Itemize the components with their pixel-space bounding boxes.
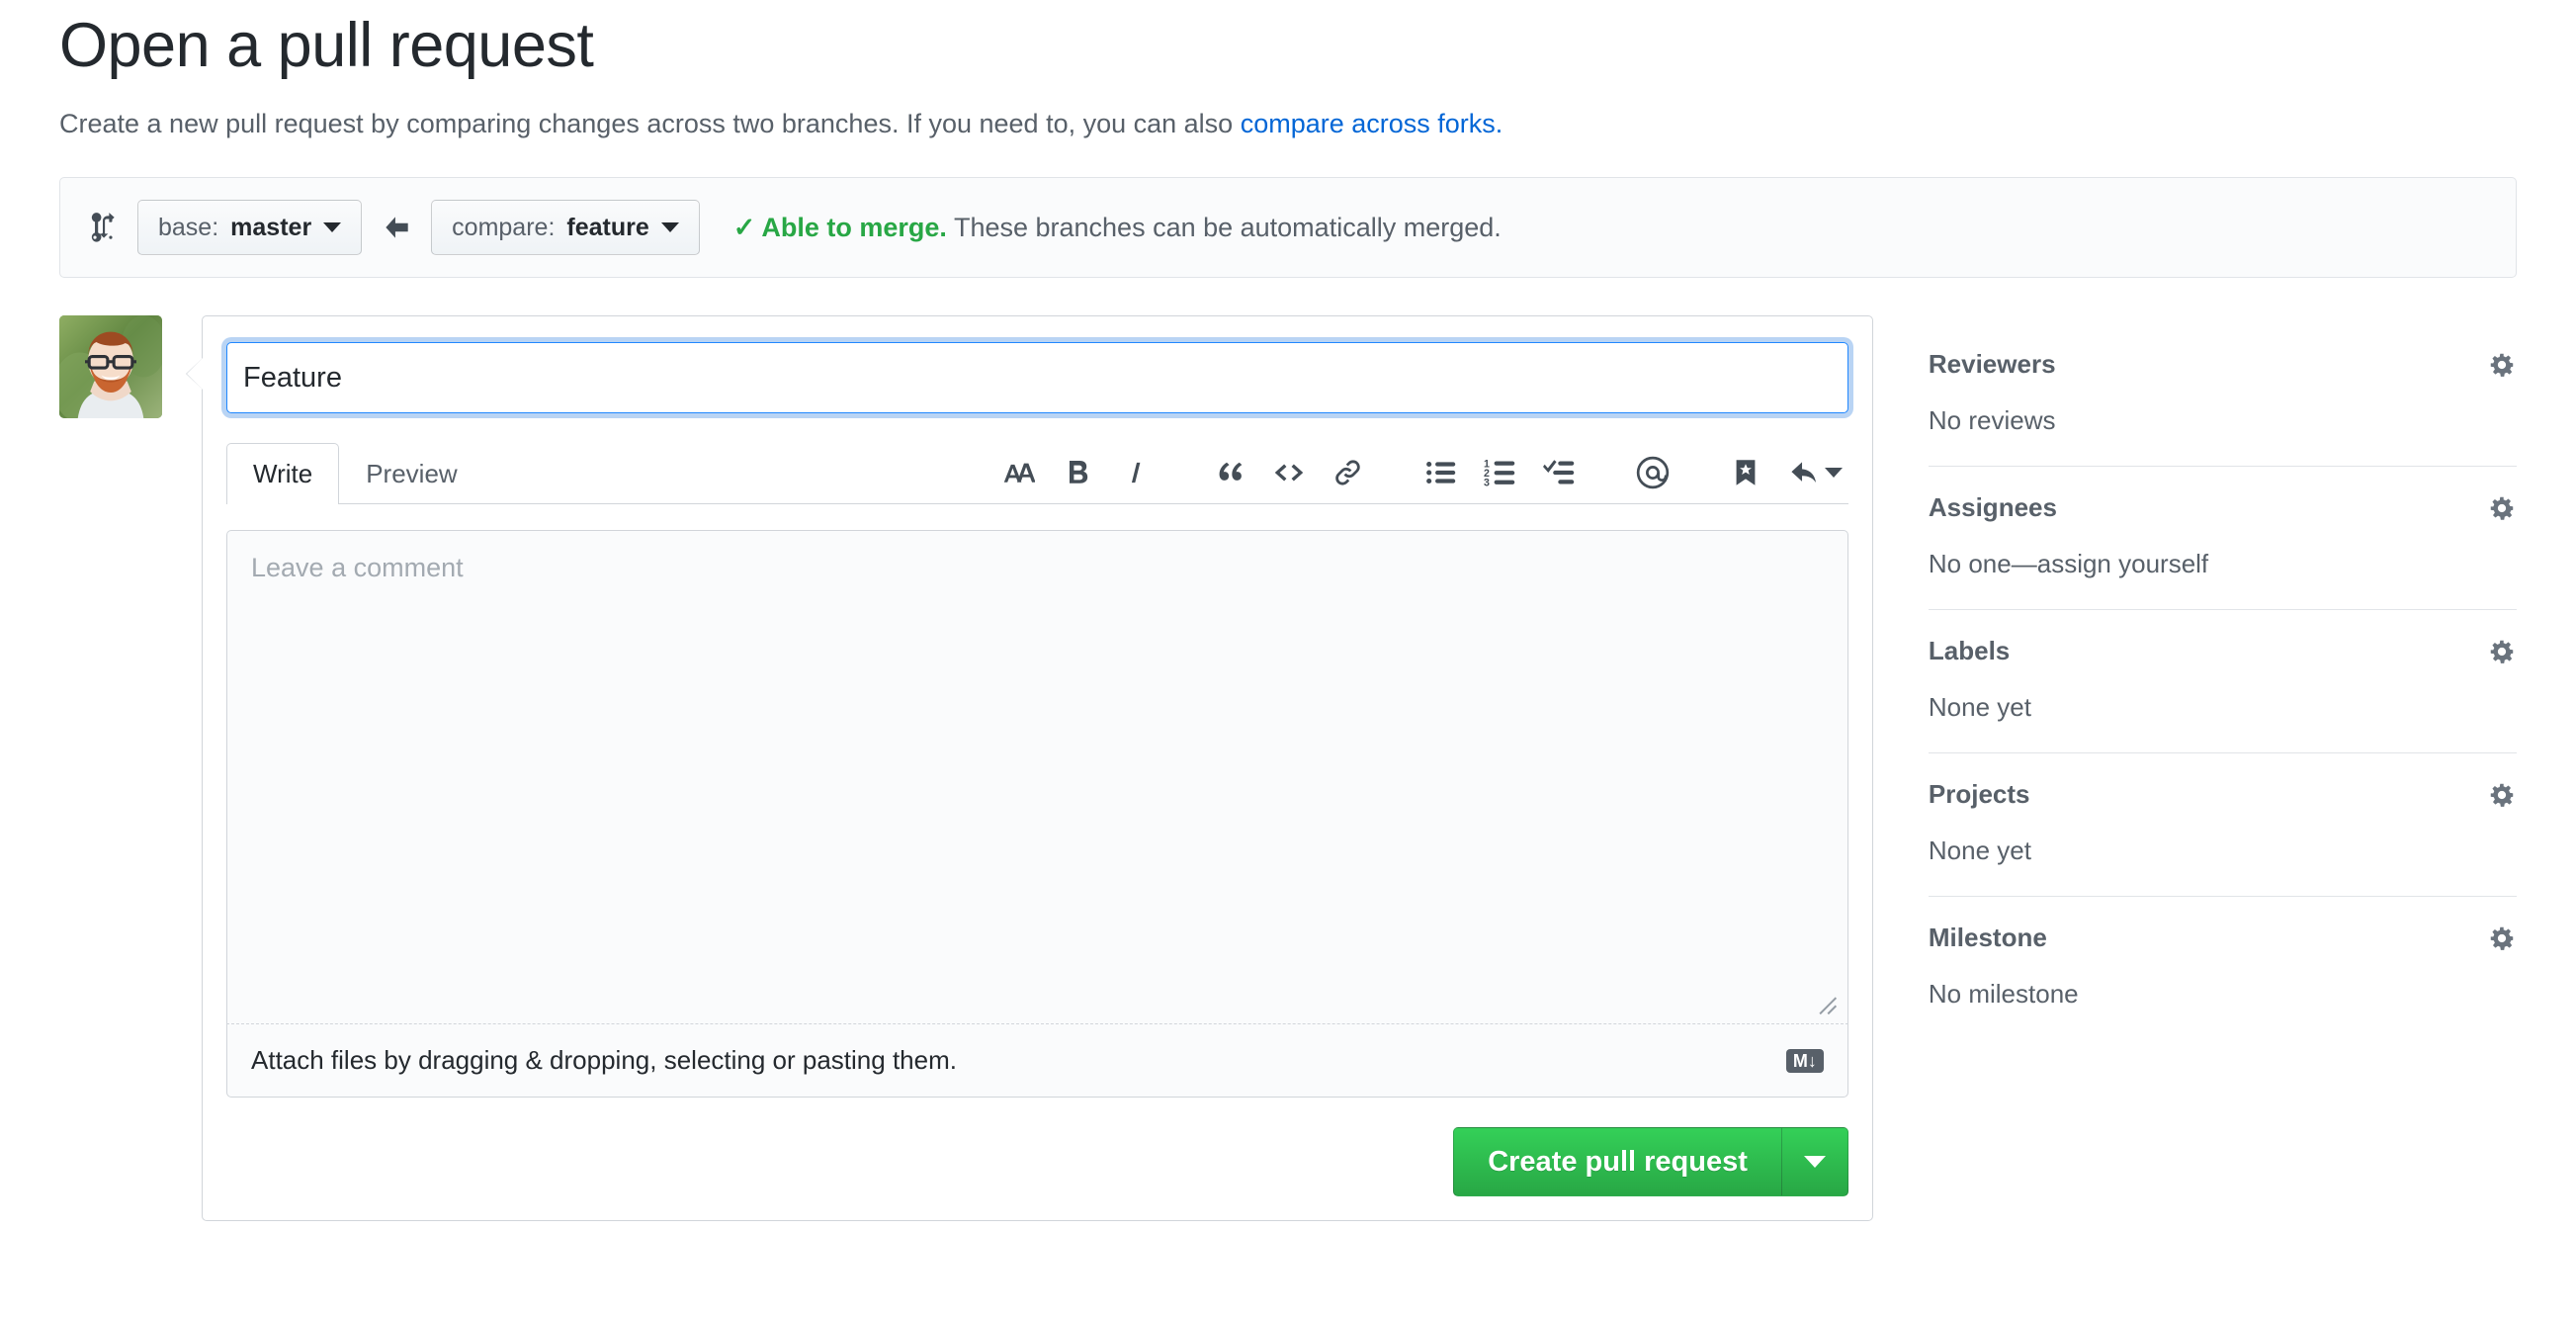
submit-row: Create pull request [226,1127,1848,1197]
compare-branch-name: feature [566,213,649,241]
gear-icon[interactable] [2487,637,2517,666]
chevron-down-icon [1803,1156,1826,1169]
gear-icon[interactable] [2487,780,2517,810]
editor-tabs: Write Preview 1 2 3 [226,443,1848,505]
page-subtitle-text: Create a new pull request by comparing c… [59,109,1241,139]
chevron-down-icon [323,222,342,233]
pull-request-form-column: Write Preview [59,315,1873,1222]
merge-status-detail: These branches can be automatically merg… [946,212,1502,242]
sidebar-heading-label: Assignees [1928,492,2057,523]
pull-request-form: Write Preview [186,315,1873,1222]
sidebar-heading: Reviewers [1929,349,2517,380]
sidebar-section-reviewers: Reviewers No reviews [1928,323,2517,468]
bold-icon[interactable] [1048,450,1107,495]
git-compare-icon [86,211,120,244]
sidebar-section-assignees: Assignees No one—assign yourself [1928,467,2517,611]
sidebar-value[interactable]: No one—assign yourself [1929,549,2517,579]
sidebar-heading-label: Projects [1928,779,2030,810]
base-branch-prefix: base: [158,213,219,241]
gear-icon[interactable] [2487,350,2517,380]
compare-branch-prefix: compare: [452,213,556,241]
comment-textarea[interactable]: Leave a comment [226,530,1848,1025]
code-icon[interactable] [1259,450,1319,495]
sidebar-value: No reviews [1928,405,2056,436]
create-pull-request-button[interactable]: Create pull request [1453,1127,1781,1197]
gear-icon[interactable] [2487,493,2517,523]
open-pull-request-page: Open a pull request Create a new pull re… [0,11,2576,1319]
comment-placeholder: Leave a comment [251,553,464,583]
merge-status: ✓ Able to merge. These branches can be au… [733,213,1502,243]
sidebar-heading: Assignees [1929,492,2517,523]
task-list-icon[interactable] [1530,450,1589,495]
attach-files-bar[interactable]: Attach files by dragging & dropping, sel… [226,1024,1848,1099]
heading-icon[interactable] [988,450,1048,495]
link-icon[interactable] [1319,450,1378,495]
avatar [59,315,162,419]
sidebar-heading: Labels [1929,636,2517,666]
arrow-left-icon [380,211,413,244]
check-icon: ✓ [732,212,756,242]
create-pull-request-dropdown-button[interactable] [1780,1127,1848,1197]
page-title: Open a pull request [59,11,594,80]
ordered-list-icon[interactable]: 123 [1471,450,1530,495]
chevron-down-icon [660,222,679,233]
compare-branch-button[interactable]: compare: feature [431,200,700,256]
pull-request-title-input[interactable] [226,342,1848,414]
base-branch-name: master [230,213,312,241]
base-branch-button[interactable]: base: master [137,200,363,256]
sidebar-value: None yet [1928,835,2031,866]
tab-preview[interactable]: Preview [339,443,483,504]
gear-icon[interactable] [2487,923,2517,953]
resize-handle[interactable] [1812,990,1838,1015]
quote-icon[interactable] [1200,450,1259,495]
chevron-down-icon[interactable] [1824,468,1843,479]
sidebar-section-labels: Labels None yet [1928,610,2517,754]
sidebar-heading-label: Labels [1928,636,2011,666]
markdown-icon[interactable]: M↓ [1785,1048,1824,1073]
svg-text:3: 3 [1484,477,1490,488]
sidebar-section-projects: Projects None yet [1928,753,2517,898]
sidebar-heading: Projects [1929,779,2517,810]
mention-icon[interactable] [1623,450,1682,495]
sidebar-value: None yet [1928,692,2031,723]
tab-write[interactable]: Write [226,443,340,505]
unordered-list-icon[interactable] [1412,450,1471,495]
italic-icon[interactable] [1107,450,1166,495]
main-content: Write Preview [59,315,2517,1222]
sidebar-heading-label: Reviewers [1928,349,2056,380]
sidebar-section-milestone: Milestone No milestone [1929,897,2517,1039]
sidebar-value: No milestone [1928,979,2079,1010]
saved-replies-icon[interactable] [1716,450,1775,495]
sidebar-heading: Milestone [1929,923,2517,953]
sidebar-heading-label: Milestone [1928,923,2047,953]
markdown-toolbar: 123 [988,450,1848,503]
page-subtitle: Create a new pull request by comparing c… [59,106,2517,143]
attach-files-text: Attach files by dragging & dropping, sel… [251,1045,957,1076]
compare-across-forks-link[interactable]: compare across forks. [1241,109,1503,138]
merge-status-strong: Able to merge. [761,212,947,242]
pull-request-sidebar: Reviewers No reviews Assignees No one—as… [1928,315,2517,1039]
branch-compare-bar: base: master compare: feature ✓ Able to mer… [59,177,2517,279]
